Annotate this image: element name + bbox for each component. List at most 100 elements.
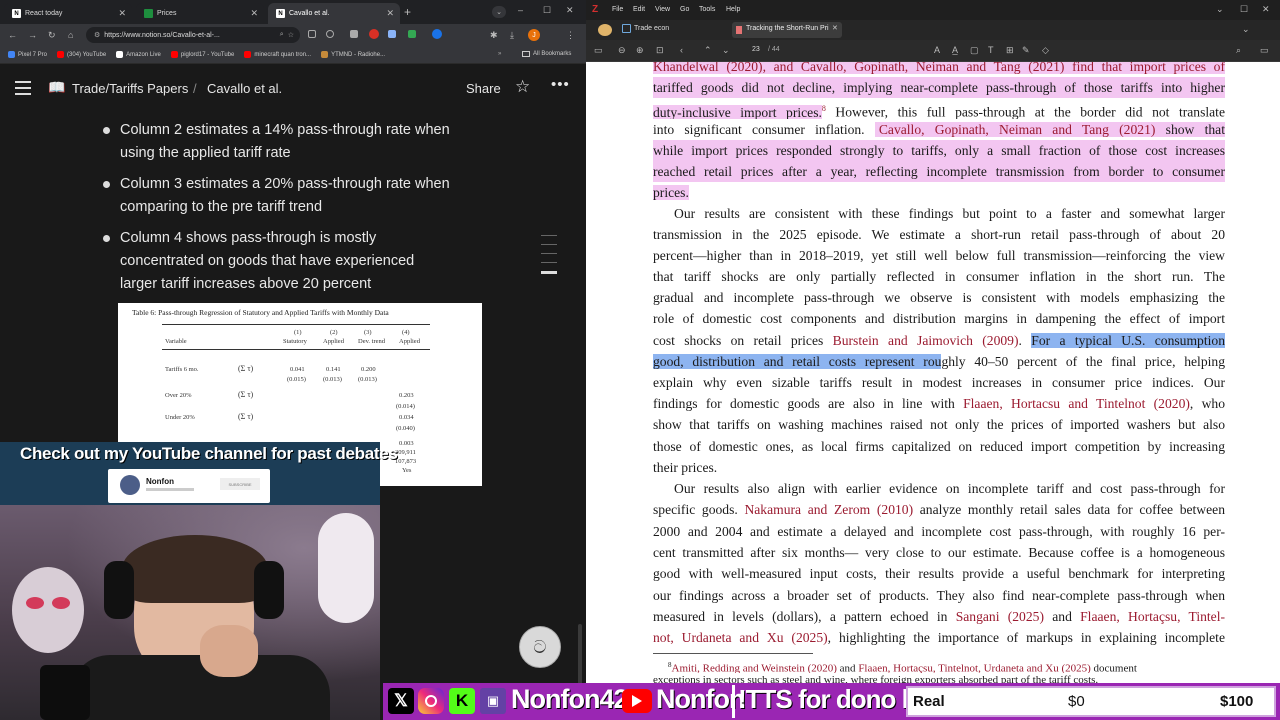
maximize-icon[interactable]: ☐	[543, 5, 551, 16]
extension-icon[interactable]	[350, 30, 358, 38]
sidebar-toggle-icon[interactable]: ▭	[594, 45, 603, 56]
more-options-icon[interactable]: •••	[551, 76, 570, 93]
streamer-hand	[200, 625, 258, 677]
tab-search-icon[interactable]: ⌄	[492, 6, 506, 18]
extension-icon[interactable]	[308, 30, 316, 38]
search-icon[interactable]: ⌕	[1236, 45, 1241, 56]
page-down-icon[interactable]: ⌄	[722, 45, 730, 56]
bookmark-item[interactable]: (304) YouTube	[57, 51, 106, 58]
bookmark-item[interactable]: YTMND - Radiohe...	[321, 51, 385, 58]
stream-social-bar: 𝕏 K ▣ Nonfon420 Nonfon !TTS for dono lin…	[383, 683, 1280, 720]
tab-cavallo[interactable]: N Cavallo et al. ✕	[268, 3, 400, 24]
extension-icon[interactable]	[369, 29, 379, 39]
footnote-rule	[653, 653, 813, 654]
forward-icon[interactable]: →	[28, 30, 37, 40]
menu-go[interactable]: Go	[680, 6, 689, 13]
pdf-line: show that tariffs on washing machines ra…	[653, 417, 1225, 432]
context-pane-icon[interactable]: ▭	[1260, 45, 1269, 56]
list-item: Column 2 estimates a 14% pass-through ra…	[120, 122, 450, 161]
breadcrumb-current[interactable]: Cavallo et al.	[207, 81, 282, 96]
close-window-icon[interactable]: ✕	[1262, 4, 1270, 15]
address-bar[interactable]: ⚙ https://www.notion.so/Cavallo-et-al-..…	[86, 27, 300, 43]
extension-icon[interactable]	[326, 30, 334, 38]
menu-help[interactable]: Help	[726, 6, 740, 13]
extension-icon[interactable]	[388, 30, 396, 38]
subscribe-button[interactable]: SUBSCRIBE	[220, 478, 260, 490]
menu-view[interactable]: View	[655, 6, 670, 13]
text-tool-icon[interactable]: T	[988, 45, 994, 55]
extension-icon[interactable]	[408, 30, 416, 38]
bookmark-item[interactable]: piglord17 - YouTube	[170, 51, 234, 58]
outline-indicator[interactable]	[541, 235, 557, 274]
folder-icon	[622, 24, 631, 33]
note-tool-icon[interactable]: ▢	[970, 45, 979, 56]
all-bookmarks-folder[interactable]: All Bookmarks	[522, 51, 571, 57]
zoom-in-icon[interactable]: ⊕	[636, 45, 644, 56]
pdf-line: findings for domestic goods are also in …	[653, 396, 1225, 411]
bookmark-item[interactable]: minecraft quan tron...	[244, 51, 311, 58]
bookmarks-bar: Pixel 7 Pro (304) YouTube Amazon Live pi…	[0, 46, 586, 64]
notion-ai-button[interactable]: ට	[519, 626, 561, 668]
browser-tab-strip: N React today ✕ Prices ✕ N Cavallo et al…	[0, 0, 586, 24]
bookmark-star-icon[interactable]: ☆	[288, 31, 300, 39]
minimize-icon[interactable]: –	[518, 5, 523, 15]
highlight-tool-icon[interactable]: A	[934, 45, 940, 55]
ink-tool-icon[interactable]: ✎	[1022, 45, 1030, 56]
sidebar-menu-icon[interactable]	[15, 81, 31, 95]
pdf-line: good, distribution and retail costs repr…	[653, 354, 1225, 369]
address-toolbar: ← → ↻ ⌂ ⚙ https://www.notion.so/Cavallo-…	[0, 24, 586, 46]
pdf-icon	[736, 26, 742, 34]
download-icon[interactable]: ⤓	[510, 30, 514, 41]
favorite-star-icon[interactable]: ☆	[515, 77, 530, 97]
back-icon[interactable]: ←	[8, 30, 17, 40]
avatar	[120, 475, 140, 495]
chrome-menu-icon[interactable]: ⋮	[566, 30, 575, 41]
pdf-line: prices.	[653, 185, 689, 200]
menu-file[interactable]: File	[612, 6, 623, 13]
home-icon[interactable]: ⌂	[68, 30, 73, 40]
tab-react-today[interactable]: N React today ✕	[4, 3, 132, 24]
tab-prices[interactable]: Prices ✕	[136, 3, 264, 24]
zoom-out-icon[interactable]: ⊖	[618, 45, 626, 56]
reload-icon[interactable]: ↻	[48, 30, 56, 41]
bookmark-item[interactable]: Pixel 7 Pro	[8, 51, 47, 58]
pdf-line: explain why even sizable tariffs result …	[653, 375, 1225, 390]
close-icon[interactable]: ✕	[250, 8, 258, 19]
image-tool-icon[interactable]: ⊞	[1006, 45, 1014, 56]
minimize-icon[interactable]: ⌄	[1216, 4, 1224, 15]
extension-icon[interactable]	[432, 29, 442, 39]
pdf-page: Khandelwal (2020), and Cavallo, Gopinath…	[586, 62, 1280, 720]
pdf-line: Our results are consistent with these fi…	[674, 206, 1225, 221]
page-up-icon[interactable]: ⌃	[704, 45, 712, 56]
pdf-line: 2000 and 2004 and estimate a delayed and…	[653, 524, 1225, 539]
breadcrumb-parent[interactable]: Trade/Tariffs Papers	[72, 81, 188, 96]
sum-formula-icon: (Σ τ)	[238, 390, 254, 399]
library-icon[interactable]	[598, 24, 612, 36]
close-window-icon[interactable]: ✕	[566, 5, 574, 16]
tab-tracking-pdf[interactable]: Tracking the Short-Run Pri ✕	[732, 22, 842, 38]
page-number-input[interactable]: 23	[752, 46, 760, 53]
tabs-list-icon[interactable]: ⌄	[1242, 24, 1250, 35]
profile-avatar[interactable]: J	[528, 29, 540, 41]
maximize-icon[interactable]: ☐	[1240, 4, 1248, 15]
menu-edit[interactable]: Edit	[633, 6, 645, 13]
microphone	[40, 665, 90, 720]
share-button[interactable]: Share	[466, 81, 501, 96]
more-bookmarks-icon[interactable]: »	[498, 51, 501, 57]
bookmark-item[interactable]: Amazon Live	[116, 51, 161, 58]
close-icon[interactable]: ✕	[386, 8, 394, 19]
close-icon[interactable]: ✕	[832, 24, 838, 32]
new-tab-button[interactable]: +	[404, 5, 411, 19]
close-icon[interactable]: ✕	[118, 8, 126, 19]
extensions-puzzle-icon[interactable]: ✱	[490, 30, 498, 41]
streamer-shirt	[70, 655, 330, 720]
underline-tool-icon[interactable]: A̲	[952, 45, 958, 55]
eraser-tool-icon[interactable]: ◇	[1042, 45, 1049, 56]
zoom-reset-icon[interactable]: ⊡	[656, 45, 664, 56]
back-icon[interactable]: ‹	[680, 45, 683, 55]
streamer-hair	[122, 535, 268, 603]
tab-trade-econ[interactable]: Trade econ	[634, 25, 669, 32]
menu-tools[interactable]: Tools	[699, 6, 715, 13]
table-caption: Table 6: Pass-through Regression of Stat…	[132, 308, 389, 317]
goal-current: $0	[1068, 693, 1085, 710]
